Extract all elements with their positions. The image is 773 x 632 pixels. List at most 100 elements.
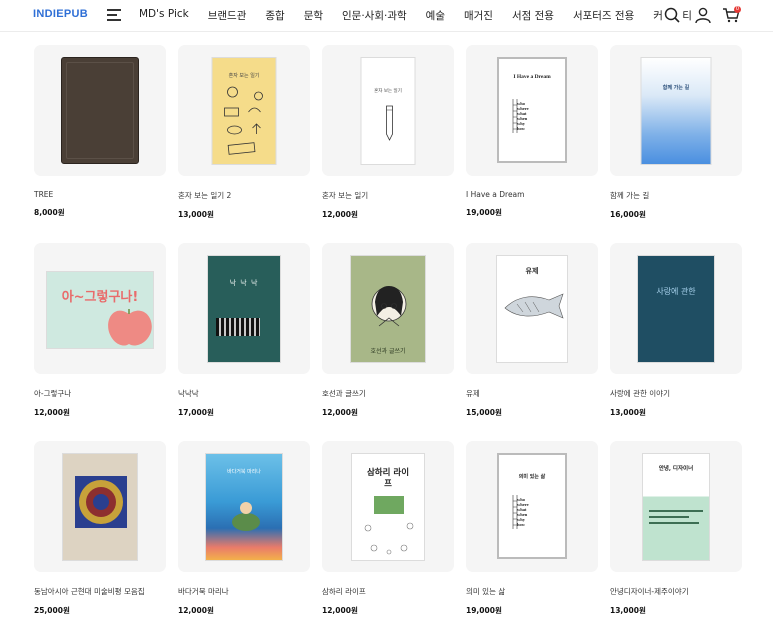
product-thumbnail[interactable]: 바다거북 마리나 xyxy=(178,441,310,572)
book-cover: 함께 가는 길 xyxy=(640,57,712,165)
product-price: 8,000원 xyxy=(34,208,65,217)
product-title[interactable]: I Have a Dream xyxy=(466,190,598,199)
product-grid: TREE 8,000원 혼자 보는 일기 혼자 보는 일기 2 13,000원 xyxy=(34,45,742,632)
product-card[interactable]: I Have a Dream who where what when why how I … xyxy=(466,45,598,243)
product-title[interactable]: 동남아시아 근현대 미술비평 모음집 xyxy=(34,586,166,597)
product-price: 19,000원 xyxy=(466,606,502,615)
nav-item-mds-pick[interactable]: MD's Pick xyxy=(139,8,189,23)
product-thumbnail[interactable]: 혼자 보는 일기 xyxy=(178,45,310,176)
product-card[interactable]: 혼자 보는 일기 혼자 보는 일기 12,000원 xyxy=(322,45,454,243)
product-title[interactable]: 삼하리 라이프 xyxy=(322,586,454,597)
product-card[interactable]: 바다거북 마리나 바다거북 마리나 12,000원 xyxy=(178,441,310,632)
nav-item-bookstore[interactable]: 서점 전용 xyxy=(512,8,554,23)
nav-item-humanities[interactable]: 인문·사회·과학 xyxy=(342,8,407,23)
product-thumbnail[interactable]: 의미 있는 삶 who where what when why how xyxy=(466,441,598,572)
product-thumbnail[interactable]: 낙 낙 낙 xyxy=(178,243,310,374)
product-title[interactable]: 안녕디자이너-제주이야기 xyxy=(610,586,742,597)
product-price: 19,000원 xyxy=(466,208,502,217)
product-title[interactable]: 함께 가는 길 xyxy=(610,190,742,201)
product-card[interactable]: 의미 있는 삶 who where what when why how 의미 있는 삶 1… xyxy=(466,441,598,632)
product-price: 12,000원 xyxy=(322,210,358,219)
product-thumbnail[interactable]: 혼자 보는 일기 xyxy=(322,45,454,176)
product-title[interactable]: 혼자 보는 일기 xyxy=(322,190,454,201)
book-cover: 유제 xyxy=(496,255,568,363)
book-cover: 의미 있는 삶 who where what when why how xyxy=(497,453,567,559)
cover-title: 사랑에 관한 xyxy=(656,287,696,296)
cover-title: 유제 xyxy=(525,267,539,275)
book-cover: 사랑에 관한 xyxy=(637,255,715,363)
cover-title: 아~그렇구나! xyxy=(61,290,139,305)
cover-title: 바다거북 마리나 xyxy=(227,469,261,475)
product-title[interactable]: 낙낙낙 xyxy=(178,388,310,399)
product-title[interactable]: TREE xyxy=(34,190,166,199)
cover-title: 혼자 보는 일기 xyxy=(228,73,260,79)
user-icon[interactable] xyxy=(694,6,712,24)
cover-title: 낙 낙 낙 xyxy=(229,279,259,287)
cover-title: 안녕, 디자이너 xyxy=(658,466,694,472)
product-card[interactable]: 삼하리 라이프 삼하리 라이프 12,000원 xyxy=(322,441,454,632)
product-price: 12,000원 xyxy=(322,606,358,615)
book-cover xyxy=(62,453,138,561)
product-price: 13,000원 xyxy=(610,408,646,417)
product-card[interactable]: 혼자 보는 일기 혼자 보는 일기 2 13,000원 xyxy=(178,45,310,243)
cover-art xyxy=(216,318,260,336)
nav-item-brands[interactable]: 브랜드관 xyxy=(208,8,247,23)
product-price: 12,000원 xyxy=(178,606,214,615)
product-title[interactable]: 바다거북 마리나 xyxy=(178,586,310,597)
product-thumbnail[interactable]: I Have a Dream who where what when why how xyxy=(466,45,598,176)
product-title[interactable]: 호선과 글쓰기 xyxy=(322,388,454,399)
site-logo[interactable]: INDIEPUB xyxy=(33,8,88,20)
product-price: 12,000원 xyxy=(322,408,358,417)
cover-title: 혼자 보는 일기 xyxy=(374,89,402,94)
book-cover: 혼자 보는 일기 xyxy=(360,57,416,165)
product-price: 16,000원 xyxy=(610,210,646,219)
product-card[interactable]: 동남아시아 근현대 미술비평 모음집 25,000원 xyxy=(34,441,166,632)
product-thumbnail[interactable]: 사랑에 관한 xyxy=(610,243,742,374)
product-title[interactable]: 사랑에 관한 이야기 xyxy=(610,388,742,399)
product-card[interactable]: 유제 유제 15,000원 xyxy=(466,243,598,441)
product-thumbnail[interactable] xyxy=(34,441,166,572)
nav-item-supporters[interactable]: 서포터즈 전용 xyxy=(573,8,634,23)
product-thumbnail[interactable]: 호선과 글쓰기 xyxy=(322,243,454,374)
cover-title: 함께 가는 길 xyxy=(662,85,690,91)
book-cover: 낙 낙 낙 xyxy=(207,255,281,363)
product-thumbnail[interactable] xyxy=(34,45,166,176)
search-icon[interactable] xyxy=(663,6,681,24)
product-card[interactable]: 아~그렇구나! 아-그렇구나 12,000원 xyxy=(34,243,166,441)
product-price: 25,000원 xyxy=(34,606,70,615)
book-cover: 호선과 글쓰기 xyxy=(350,255,426,363)
product-card[interactable]: 낙 낙 낙 낙낙낙 17,000원 xyxy=(178,243,310,441)
product-card[interactable]: 호선과 글쓰기 호선과 글쓰기 12,000원 xyxy=(322,243,454,441)
cover-art xyxy=(75,476,127,528)
nav-item-magazine[interactable]: 매거진 xyxy=(464,8,493,23)
product-card[interactable]: 함께 가는 길 함께 가는 길 16,000원 xyxy=(610,45,742,243)
product-price: 13,000원 xyxy=(178,210,214,219)
cover-title: I Have a Dream xyxy=(513,74,551,80)
product-title[interactable]: 의미 있는 삶 xyxy=(466,586,598,597)
book-cover: 혼자 보는 일기 xyxy=(211,57,277,165)
product-price: 12,000원 xyxy=(34,408,70,417)
product-price: 17,000원 xyxy=(178,408,214,417)
product-title[interactable]: 유제 xyxy=(466,388,598,399)
product-card[interactable]: TREE 8,000원 xyxy=(34,45,166,243)
main-nav: MD's Pick 브랜드관 종합 문학 인문·사회·과학 예술 매거진 서점 … xyxy=(139,8,692,23)
product-thumbnail[interactable]: 삼하리 라이프 xyxy=(322,441,454,572)
cover-title: 의미 있는 삶 xyxy=(518,474,546,480)
product-thumbnail[interactable]: 안녕, 디자이너 xyxy=(610,441,742,572)
menu-icon[interactable] xyxy=(107,9,121,21)
product-card[interactable]: 안녕, 디자이너 안녕디자이너-제주이야기 13,000원 xyxy=(610,441,742,632)
product-title[interactable]: 아-그렇구나 xyxy=(34,388,166,399)
product-title[interactable]: 혼자 보는 일기 2 xyxy=(178,190,310,201)
product-thumbnail[interactable]: 함께 가는 길 xyxy=(610,45,742,176)
nav-item-art[interactable]: 예술 xyxy=(426,8,445,23)
cover-title: 호선과 글쓰기 xyxy=(370,348,406,355)
book-cover: 안녕, 디자이너 xyxy=(642,453,710,561)
nav-item-literature[interactable]: 문학 xyxy=(304,8,323,23)
product-thumbnail[interactable]: 유제 xyxy=(466,243,598,374)
book-cover: 바다거북 마리나 xyxy=(205,453,283,561)
nav-item-general[interactable]: 종합 xyxy=(265,8,284,23)
product-price: 15,000원 xyxy=(466,408,502,417)
product-card[interactable]: 사랑에 관한 사랑에 관한 이야기 13,000원 xyxy=(610,243,742,441)
book-cover xyxy=(61,57,139,164)
product-thumbnail[interactable]: 아~그렇구나! xyxy=(34,243,166,374)
